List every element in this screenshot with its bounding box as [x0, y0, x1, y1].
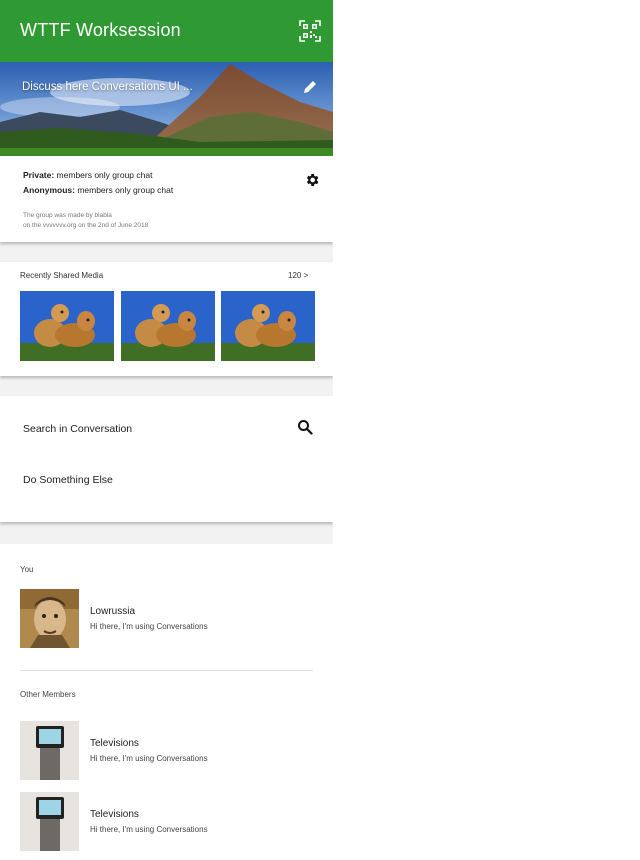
media-thumbnail[interactable]	[221, 291, 315, 361]
other-members-label: Other Members	[20, 690, 76, 699]
avatar	[20, 589, 79, 648]
member-status: Hi there, I'm using Conversations	[90, 622, 208, 631]
avatar	[20, 792, 79, 851]
pencil-icon[interactable]	[302, 79, 318, 95]
shared-media-card: Recently Shared Media 120 >	[0, 262, 333, 376]
app-bar: WTTF Worksession	[0, 0, 333, 62]
anonymous-value: members only group chat	[74, 185, 174, 195]
media-thumbnail[interactable]	[121, 291, 215, 361]
qr-code-icon[interactable]	[299, 20, 321, 42]
media-thumbnail[interactable]	[20, 291, 114, 361]
dogs-photo	[221, 291, 315, 361]
mountain-banner-image	[0, 62, 333, 156]
privacy-row: Private: members only group chat	[23, 170, 152, 180]
member-row[interactable]: Televisions Hi there, I'm using Conversa…	[20, 721, 313, 781]
you-section-label: You	[20, 565, 34, 574]
gear-icon[interactable]	[304, 172, 320, 188]
app-title: WTTF Worksession	[20, 20, 181, 40]
anonymous-label: Anonymous:	[23, 185, 75, 195]
members-section: You Lowrussia Hi there, I'm using Conver…	[0, 544, 333, 860]
meta-line-2: on the vvvvvvv.org on the 2nd of June 20…	[23, 222, 149, 229]
member-row[interactable]: Televisions Hi there, I'm using Conversa…	[20, 792, 313, 852]
do-something-else-button[interactable]: Do Something Else	[23, 474, 113, 486]
shared-media-label: Recently Shared Media	[20, 271, 104, 280]
member-row-self[interactable]: Lowrussia Hi there, I'm using Conversati…	[20, 589, 313, 649]
dogs-photo	[20, 291, 114, 361]
search-icon[interactable]	[297, 419, 313, 435]
member-status: Hi there, I'm using Conversations	[90, 825, 208, 834]
member-name: Televisions	[90, 738, 139, 749]
divider	[20, 670, 313, 671]
dogs-photo	[121, 291, 215, 361]
shared-media-count[interactable]: 120 >	[288, 271, 308, 280]
private-value: members only group chat	[54, 170, 153, 180]
actions-card: Search in Conversation Do Something Else	[0, 396, 333, 522]
group-banner: Discuss here Conversations UI ...	[0, 62, 333, 156]
anonymity-row: Anonymous: members only group chat	[23, 185, 173, 195]
search-conversation-button[interactable]: Search in Conversation	[23, 423, 132, 435]
member-name: Televisions	[90, 809, 139, 820]
member-name: Lowrussia	[90, 606, 136, 617]
group-description: Discuss here Conversations UI ...	[22, 81, 193, 93]
private-label: Private:	[23, 170, 55, 180]
group-meta: The group was made by blabla on the vvvv…	[23, 211, 148, 231]
avatar	[20, 721, 79, 780]
meta-line-1: The group was made by blabla	[23, 212, 112, 219]
member-status: Hi there, I'm using Conversations	[90, 754, 208, 763]
group-info-card: Private: members only group chat Anonymo…	[0, 156, 333, 242]
screen: WTTF Worksession Discuss here Conversati…	[0, 0, 333, 860]
